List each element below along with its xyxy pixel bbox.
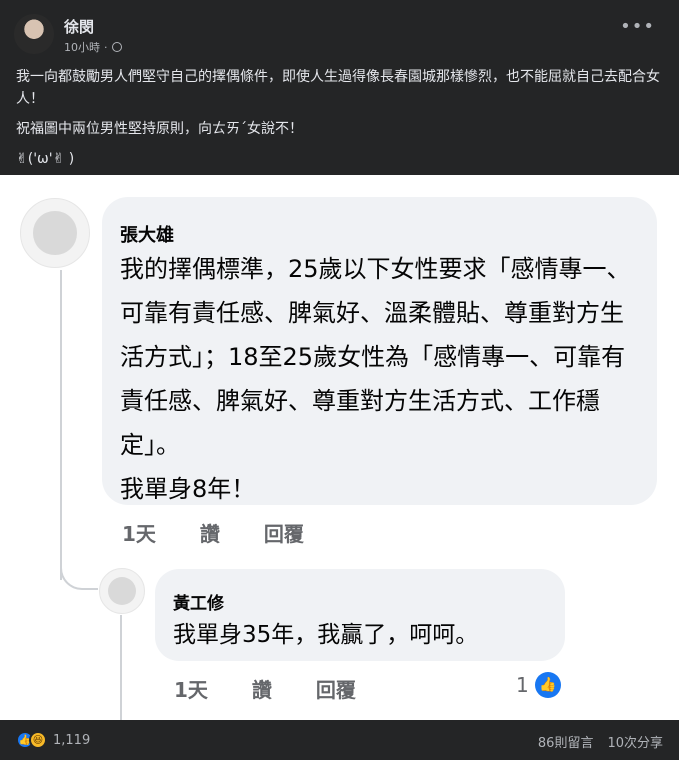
reply-reply-button[interactable]: 回覆: [316, 674, 356, 703]
post-stats: 86則留言 10次分享: [538, 732, 663, 751]
comment-actions: 1天 讚 回覆: [122, 518, 304, 547]
thread-curve: [60, 550, 98, 590]
author-avatar[interactable]: [14, 14, 54, 54]
thread-line: [120, 615, 122, 720]
reactions-summary[interactable]: 👍 😆 1,119: [16, 731, 90, 749]
reply-like-button[interactable]: 讚: [252, 674, 272, 703]
post-line: 祝福圖中兩位男性堅持原則，向ㄊㄞˊ女說不！: [16, 121, 303, 137]
share-count[interactable]: 10次分享: [607, 732, 663, 751]
replier-avatar: [99, 568, 145, 614]
more-icon[interactable]: •••: [620, 16, 655, 37]
globe-icon: [111, 42, 122, 52]
reply-button[interactable]: 回覆: [264, 518, 304, 547]
post-line: 我一向都鼓勵男人們堅守自己的擇偶條件，即使人生過得像長春園城那樣慘烈，也不能屈就…: [16, 69, 660, 107]
comment-count[interactable]: 86則留言: [538, 732, 594, 751]
reply-like-number: 1: [516, 673, 529, 697]
author-name[interactable]: 徐閔: [64, 16, 94, 37]
comment-bubble: 張大雄 我的擇偶標準，25歲以下女性要求「感情專一、可靠有責任感、脾氣好、溫柔體…: [102, 197, 657, 505]
reply-time: 1天: [174, 678, 208, 702]
comment-time: 1天: [122, 522, 156, 546]
comment-text: 我的擇偶標準，25歲以下女性要求「感情專一、可靠有責任感、脾氣好、溫柔體貼、尊重…: [120, 255, 631, 503]
post-line: ✌('ω'✌ ): [16, 151, 75, 167]
post-meta: 10小時 ·: [64, 39, 122, 55]
post-text: 我一向都鼓勵男人們堅守自己的擇偶條件，即使人生過得像長春園城那樣慘烈，也不能屈就…: [0, 60, 679, 175]
post-footer: 👍 😆 1,119 86則留言 10次分享: [0, 720, 679, 760]
thumbs-up-icon: 👍: [534, 672, 561, 698]
commenter-avatar: [20, 198, 90, 268]
reply-actions: 1天 讚 回覆: [174, 674, 356, 703]
comment-screenshot[interactable]: 張大雄 我的擇偶標準，25歲以下女性要求「感情專一、可靠有責任感、脾氣好、溫柔體…: [0, 175, 679, 720]
like-button[interactable]: 讚: [200, 518, 220, 547]
replier-name: 黃工修: [173, 594, 224, 614]
reply-bubble: 黃工修 我單身35年，我贏了，呵呵。: [155, 569, 565, 661]
thread-line: [60, 270, 62, 580]
post-time[interactable]: 10小時: [64, 39, 100, 55]
reply-text: 我單身35年，我贏了，呵呵。: [173, 622, 479, 648]
post-header: 徐閔 10小時 · •••: [0, 0, 679, 60]
haha-icon: 😆: [29, 731, 47, 749]
reply-like-count[interactable]: 1 👍: [516, 672, 561, 698]
commenter-name: 張大雄: [120, 225, 174, 246]
reaction-count: 1,119: [53, 732, 91, 748]
